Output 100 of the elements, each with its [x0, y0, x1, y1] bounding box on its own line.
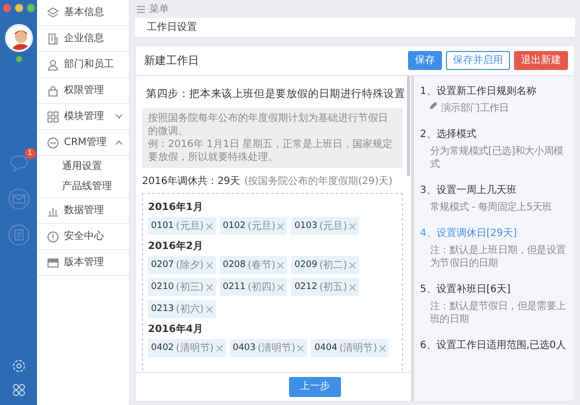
info-icon	[47, 230, 59, 242]
sidebar-item[interactable]: CRM管理	[37, 130, 129, 156]
sidebar-item[interactable]: 部门和员工	[37, 52, 129, 78]
window-control-dot[interactable]	[26, 4, 34, 12]
tag-date: 0103	[294, 220, 318, 233]
close-icon[interactable]	[277, 284, 284, 291]
month-heading: 2016年4月	[148, 322, 204, 338]
tag-note: (初五)	[319, 280, 348, 295]
close-icon[interactable]	[206, 262, 213, 269]
card-title: 新建工作日	[144, 52, 200, 69]
month-heading: 2016年1月	[148, 200, 204, 216]
close-icon[interactable]	[206, 222, 213, 230]
lock-icon	[47, 84, 59, 96]
settings-icon[interactable]	[12, 359, 26, 373]
holiday-total: 2016年调休共：29天	[142, 174, 240, 190]
scrollbar-thumb[interactable]	[407, 76, 410, 176]
tag-date: 0101	[151, 220, 174, 233]
close-icon[interactable]	[206, 306, 213, 313]
tag-note: (元旦)	[248, 220, 276, 234]
tag-note: (元旦)	[176, 220, 204, 234]
tag-note: (初四)	[248, 280, 276, 295]
step-description: 演示部门工作日	[441, 102, 509, 116]
close-icon[interactable]	[277, 222, 284, 230]
sidebar-item[interactable]: 数据管理	[37, 198, 129, 224]
breadcrumb-title: 工作日设置	[147, 20, 197, 36]
close-icon[interactable]	[297, 344, 304, 352]
avatar	[4, 24, 32, 52]
step-description: 分为常规模式[已选]和大小周模式	[430, 145, 564, 172]
grid-icon	[47, 110, 59, 122]
close-icon[interactable]	[277, 262, 284, 269]
step-description: 注：默认是节假日，但是需要上班的日期	[430, 300, 567, 326]
sidebar-label: 基本信息	[64, 6, 105, 20]
step-title[interactable]: 3、设置一周上几天班	[420, 183, 568, 198]
tag-date: 0210	[151, 280, 174, 294]
document-icon[interactable]	[8, 224, 30, 246]
tag-date: 0209	[294, 258, 318, 272]
step-title[interactable]: 6、设置工作日适用范围,已选0人	[420, 338, 568, 354]
person-icon	[47, 58, 59, 70]
building-icon	[47, 32, 59, 44]
action-button[interactable]: 退出新建	[514, 51, 568, 70]
tag-date: 0207	[151, 258, 174, 272]
tag-note: (初三)	[176, 280, 204, 295]
sidebar-item[interactable]: 基本信息	[37, 0, 129, 26]
close-icon[interactable]	[379, 344, 386, 352]
sidebar-subitem[interactable]: 产品线管理	[37, 176, 129, 198]
tag-date: 0102	[222, 220, 246, 233]
layers-icon	[47, 6, 59, 18]
close-icon[interactable]	[349, 222, 356, 230]
tag-date: 0213	[151, 302, 174, 316]
tag-date: 0212	[294, 280, 318, 294]
tag-note: (清明节)	[258, 342, 296, 356]
step-description: 注：默认是上班日期，但是设置为节假日的日期	[430, 244, 567, 270]
close-icon[interactable]	[349, 284, 356, 291]
tag-note: (除夕)	[176, 258, 204, 273]
menu-icon[interactable]	[137, 6, 145, 13]
apps-icon[interactable]	[12, 383, 26, 397]
tag-note: (清明节)	[176, 342, 214, 356]
tag-date: 0403	[232, 342, 256, 355]
tag-note: (初二)	[319, 258, 348, 273]
sidebar-label: 权限管理	[64, 84, 105, 98]
sidebar-item[interactable]: 模块管理	[37, 104, 129, 130]
box-icon	[47, 256, 59, 268]
step-description: 常规模式 - 每周固定上5天班	[430, 201, 552, 214]
sidebar-label: 版本管理	[64, 256, 105, 270]
window-control-dot[interactable]	[14, 4, 22, 12]
window-control-dot[interactable]	[2, 4, 10, 12]
chevron-up-icon[interactable]	[115, 140, 123, 145]
sidebar-subitem[interactable]: 通用设置	[37, 156, 129, 176]
holiday-note: (按国务院公布的年度假期(29)天)	[244, 174, 393, 190]
info-text: 按照国务院每年公布的年度假期计划为基础进行节假日的微调。	[148, 112, 389, 138]
tag-date: 0211	[222, 280, 246, 294]
step-title[interactable]: 2、选择模式	[420, 127, 568, 142]
step-title[interactable]: 1、设置新工作日规则名称	[420, 84, 568, 100]
tag-date: 0402	[151, 342, 174, 355]
sidebar-label: 数据管理	[64, 204, 105, 218]
sidebar-label: CRM管理	[64, 136, 108, 150]
step-title[interactable]: 5、设置补班日[6天]	[420, 282, 568, 298]
sidebar-label: 模块管理	[64, 110, 105, 124]
sidebar-item[interactable]: 企业信息	[37, 26, 129, 52]
close-icon[interactable]	[206, 284, 213, 291]
crm-icon	[47, 136, 59, 148]
close-icon[interactable]	[216, 344, 223, 352]
info-text: 例：2016年 1月1日 星期五，正常是上班日，国家规定要放假，所以就要特殊处理。	[148, 138, 394, 164]
tag-note: (元旦)	[319, 220, 348, 234]
pencil-icon[interactable]	[430, 102, 437, 110]
chevron-down-icon[interactable]	[115, 114, 123, 119]
sidebar-item[interactable]: 安全中心	[37, 224, 129, 250]
tag-note: (春节)	[248, 258, 276, 273]
sidebar-item[interactable]: 版本管理	[37, 250, 129, 276]
sidebar-item[interactable]: 权限管理	[37, 78, 129, 104]
step-heading: 第四步：把本来该上班但是要放假的日期进行特殊设置	[146, 87, 403, 102]
tag-note: (初六)	[176, 302, 204, 317]
month-heading: 2016年2月	[148, 240, 204, 254]
tag-date: 0208	[222, 258, 246, 272]
sidebar-label: 企业信息	[64, 32, 105, 46]
tag-date: 0404	[314, 342, 338, 355]
sidebar-label: 部门和员工	[64, 58, 115, 72]
mail-icon[interactable]	[8, 188, 30, 210]
tag-note: (清明节)	[339, 342, 378, 356]
close-icon[interactable]	[349, 262, 356, 269]
